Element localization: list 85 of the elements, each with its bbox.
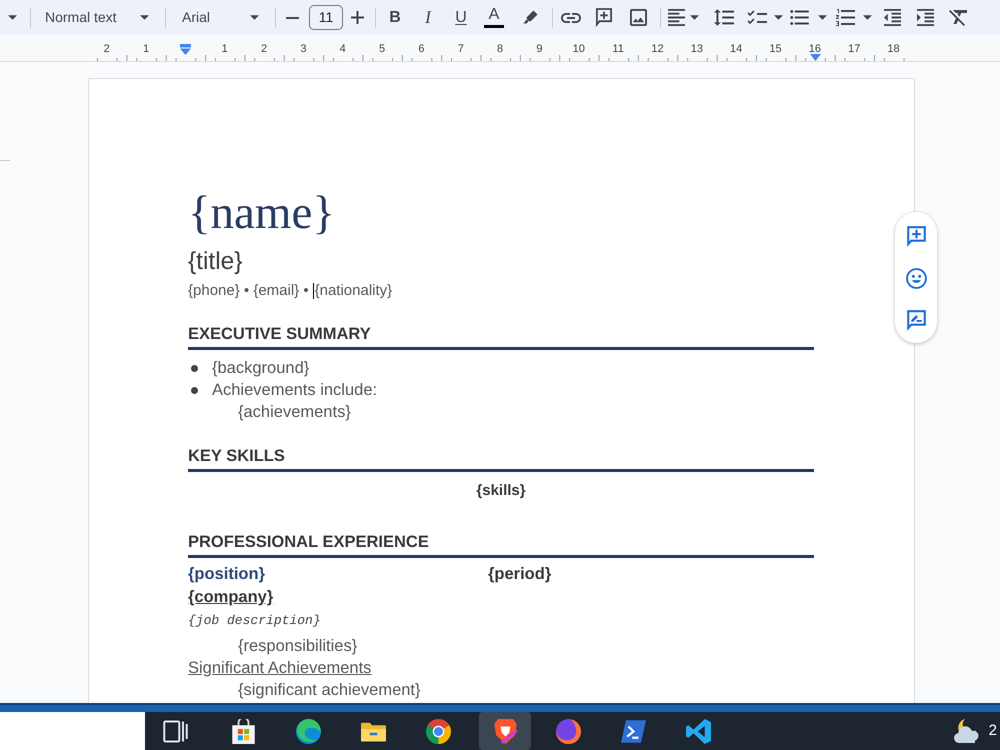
- marker-pen-icon: [522, 10, 538, 25]
- ruler-number: 14: [730, 43, 742, 55]
- caret-icon: [690, 15, 699, 20]
- description-text: {job description}: [188, 612, 321, 630]
- ring-logo-icon: [426, 718, 450, 744]
- image-icon: [630, 9, 646, 26]
- minus-icon: [286, 16, 298, 18]
- ruler-number: 3: [300, 43, 306, 55]
- ruler-number: 16: [808, 43, 821, 55]
- clear-format-icon: [949, 9, 967, 26]
- smiley-icon: [906, 268, 926, 288]
- bullet-icon: [191, 364, 198, 372]
- ruler-number: 2: [260, 43, 268, 55]
- align-left-icon: [668, 9, 685, 26]
- ruler-number: 6: [418, 43, 424, 55]
- taskbar-button[interactable]: [479, 712, 531, 750]
- ruler-number: 15: [769, 43, 782, 55]
- bullet-text: {background}: [212, 358, 310, 379]
- ruler-number: 1: [222, 43, 228, 55]
- bullet-icon: [191, 386, 198, 394]
- ruler-number: 5: [379, 43, 386, 55]
- bullet-list-icon: [790, 10, 809, 25]
- comment-plus-icon: [906, 226, 926, 246]
- contact-text: {nationality}: [314, 282, 392, 300]
- bold-button[interactable]: B: [381, 4, 409, 32]
- section-heading: KEY SKILLS: [188, 446, 285, 466]
- caret-icon: [818, 15, 827, 20]
- title-text: {title}: [188, 248, 242, 276]
- contact-text: {phone} • {email} •: [188, 282, 309, 300]
- shopping-bag-icon: [230, 718, 256, 744]
- ruler-number: 2: [104, 43, 110, 55]
- caret-icon: [863, 15, 872, 20]
- line-spacing-icon: [714, 9, 734, 26]
- link-icon: [561, 12, 581, 22]
- task-view-icon: [162, 718, 188, 744]
- indented-text: {achievements}: [238, 402, 351, 423]
- numbered-list-icon: [836, 9, 855, 26]
- bullet-text: Achievements include:: [212, 380, 378, 401]
- plus-icon: [350, 11, 364, 24]
- clock-text[interactable]: 2: [988, 720, 997, 742]
- caret-icon: [140, 15, 149, 20]
- indented-text: {responsibilities}: [238, 636, 358, 657]
- ribbon-logo-icon: [686, 718, 710, 744]
- swirl-logo-icon: [296, 718, 320, 744]
- cloud-moon-icon: [952, 718, 981, 744]
- color-bar-icon: [484, 25, 504, 28]
- shield-logo-icon: [492, 718, 518, 744]
- text-color-button[interactable]: A: [480, 4, 508, 32]
- outdent-icon: [884, 9, 900, 26]
- ruler-number: 8: [497, 43, 504, 55]
- font-dropdown[interactable]: Arial: [172, 4, 268, 32]
- ruler-number: 11: [612, 43, 624, 55]
- terminal-icon: [620, 718, 646, 744]
- caret-icon: [250, 15, 259, 20]
- ruler-number: 4: [340, 43, 346, 55]
- checklist-icon: [747, 10, 767, 26]
- centered-text: {skills}: [476, 481, 526, 501]
- italic-button[interactable]: I: [414, 4, 442, 32]
- ruler-number: 10: [572, 43, 585, 55]
- ruler-number: 12: [651, 43, 664, 55]
- company-text: {company}: [188, 587, 274, 607]
- comment-pencil-icon: [906, 310, 926, 330]
- font-size-field[interactable]: 11: [309, 5, 343, 30]
- caret-icon: [774, 15, 783, 20]
- subheading-text: Significant Achievements: [188, 658, 372, 679]
- ruler-number: 18: [887, 43, 900, 55]
- comment-plus-icon: [595, 8, 613, 27]
- ruler-number: 17: [848, 43, 860, 55]
- ruler-number: 9: [536, 43, 543, 55]
- indent-marker-icon[interactable]: [180, 44, 191, 55]
- search-field[interactable]: [0, 712, 145, 750]
- ruler-number: 13: [690, 43, 703, 55]
- indented-text: {significant achievement}: [238, 680, 421, 701]
- caret-icon: [8, 15, 16, 20]
- underline-button[interactable]: U: [447, 4, 475, 32]
- indent-icon: [916, 9, 934, 26]
- flame-globe-icon: [556, 718, 580, 744]
- section-heading: EXECUTIVE SUMMARY: [188, 324, 371, 344]
- section-heading: PROFESSIONAL EXPERIENCE: [188, 532, 429, 552]
- ruler-number: 1: [142, 43, 150, 55]
- style-dropdown[interactable]: Normal text: [37, 4, 160, 32]
- period-text: {period}: [488, 564, 552, 584]
- ruler-number: 7: [458, 43, 464, 55]
- position-text: {position}: [188, 564, 265, 584]
- name-heading: {name}: [188, 187, 335, 239]
